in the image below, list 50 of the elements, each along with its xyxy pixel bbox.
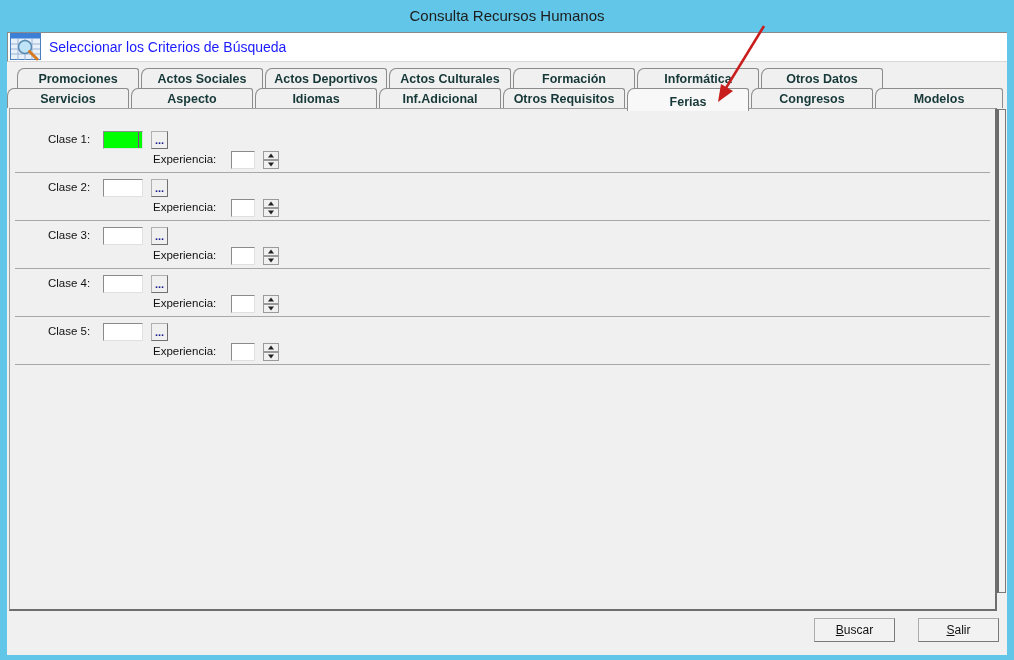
input-field[interactable] (231, 151, 255, 169)
browse-button[interactable]: ... (151, 323, 168, 341)
input-field[interactable] (103, 323, 143, 341)
browse-button[interactable]: ... (151, 179, 168, 197)
field-label: Experiencia: (153, 200, 218, 216)
dialog-button[interactable]: Buscar (814, 618, 895, 642)
input-field[interactable] (103, 131, 143, 149)
browse-button[interactable]: ... (151, 275, 168, 293)
tab[interactable]: Promociones (17, 68, 139, 88)
tab[interactable]: Inf.Adicional (379, 88, 501, 108)
spinner-arrows-icon[interactable] (263, 247, 279, 265)
field-label: Experiencia: (153, 344, 218, 360)
tab[interactable]: Actos Culturales (389, 68, 511, 88)
search-grid-icon (10, 33, 41, 61)
window-title: Consulta Recursos Humanos (409, 5, 605, 26)
field-label: Experiencia: (153, 248, 218, 264)
tab[interactable]: Actos Sociales (141, 68, 263, 88)
tab[interactable]: Idiomas (255, 88, 377, 108)
field-label: Clase 2: (48, 180, 92, 196)
field-label: Experiencia: (153, 296, 218, 312)
tab[interactable]: Servicios (7, 88, 129, 108)
tab[interactable]: Otros Datos (761, 68, 883, 88)
input-field[interactable] (231, 199, 255, 217)
spinner-arrows-icon[interactable] (263, 199, 279, 217)
input-field[interactable] (103, 227, 143, 245)
field-label: Clase 4: (48, 276, 92, 292)
tab[interactable]: Modelos (875, 88, 1003, 108)
input-field[interactable] (231, 295, 255, 313)
tab[interactable]: Actos Deportivos (265, 68, 387, 88)
browse-button[interactable]: ... (151, 227, 168, 245)
tab[interactable]: Congresos (751, 88, 873, 108)
spinner-arrows-icon[interactable] (263, 151, 279, 169)
field-label: Clase 5: (48, 324, 92, 340)
tab[interactable]: Informática (637, 68, 759, 88)
tab[interactable]: Aspecto (131, 88, 253, 108)
tab[interactable]: Ferias (627, 88, 749, 111)
input-field[interactable] (231, 343, 255, 361)
field-label: Clase 3: (48, 228, 92, 244)
spinner-arrows-icon[interactable] (263, 343, 279, 361)
spinner-arrows-icon[interactable] (263, 295, 279, 313)
browse-button[interactable]: ... (151, 131, 168, 149)
tab[interactable]: Formación (513, 68, 635, 88)
input-field[interactable] (231, 247, 255, 265)
input-field[interactable] (103, 179, 143, 197)
field-label: Clase 1: (48, 132, 92, 148)
field-label: Experiencia: (153, 152, 218, 168)
header-title: Seleccionar los Criterios de Búsqueda (49, 37, 287, 57)
dialog-button[interactable]: Salir (918, 618, 999, 642)
input-field[interactable] (103, 275, 143, 293)
tab[interactable]: Otros Requisitos (503, 88, 625, 108)
